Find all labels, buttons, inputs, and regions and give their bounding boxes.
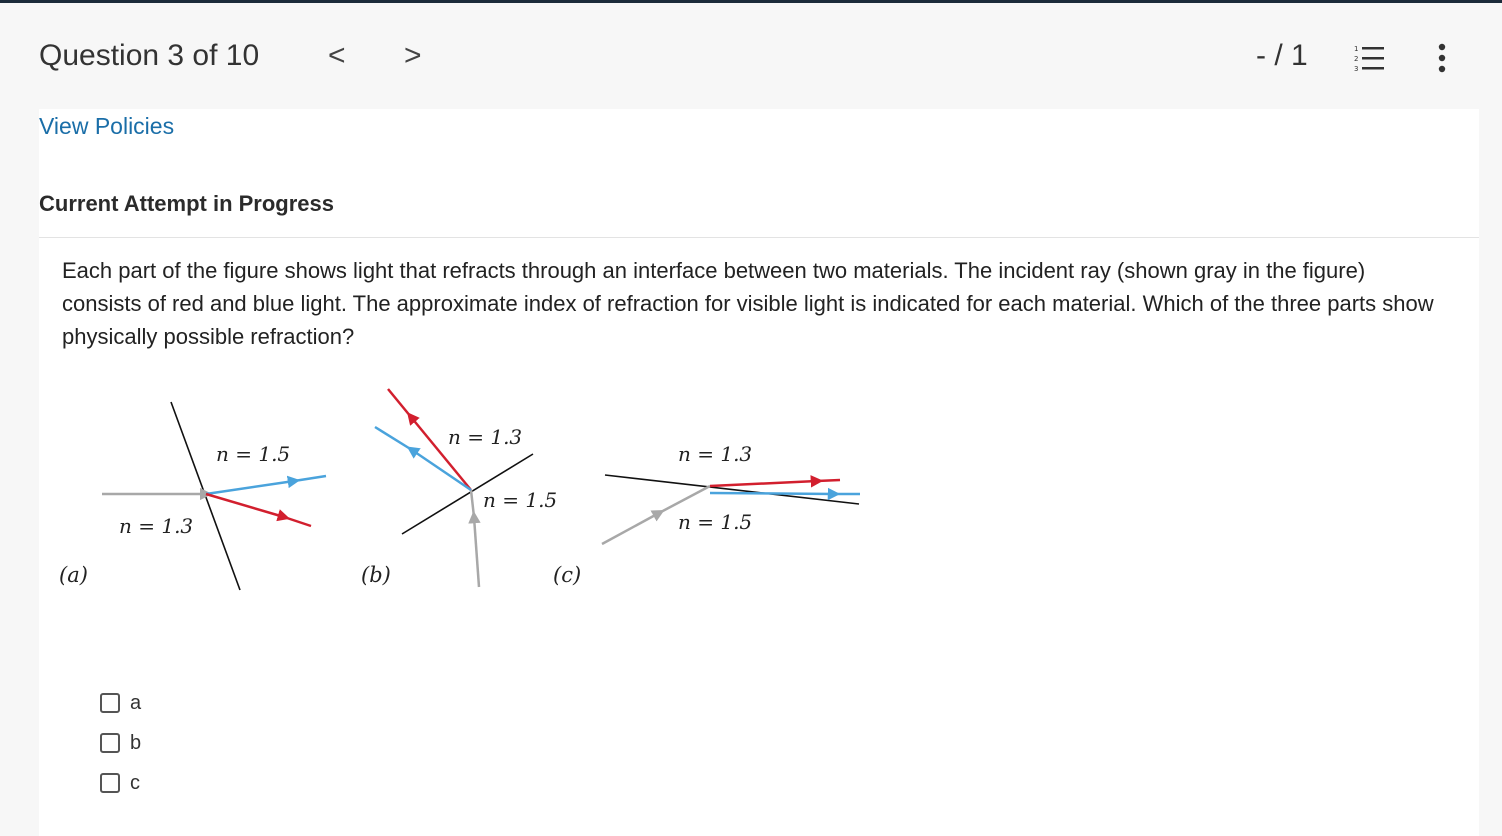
svg-text:3: 3 bbox=[1354, 65, 1358, 72]
attempt-heading: Current Attempt in Progress bbox=[39, 191, 335, 216]
figure-part-c: n = 1.3 n = 1.5 (c) bbox=[553, 442, 860, 587]
question-header: Question 3 of 10 < > - / 1 1 2 3 bbox=[0, 3, 1502, 109]
part-c-label: (c) bbox=[553, 563, 581, 587]
numbered-list-icon[interactable]: 1 2 3 bbox=[1354, 44, 1386, 73]
divider bbox=[39, 237, 1479, 238]
next-question-button[interactable]: > bbox=[404, 41, 422, 71]
question-text: Each part of the figure shows light that… bbox=[62, 258, 1434, 349]
part-a-n-bottom: n = 1.3 bbox=[119, 514, 193, 538]
question-progress: Question 3 of 10 bbox=[39, 39, 260, 72]
score-display: - / 1 bbox=[1256, 39, 1308, 72]
more-options-icon[interactable] bbox=[1434, 43, 1450, 73]
checkbox-b[interactable] bbox=[100, 733, 120, 753]
option-b-label: b bbox=[130, 732, 142, 754]
view-policies-link[interactable]: View Policies bbox=[39, 113, 174, 140]
option-c-label: c bbox=[130, 772, 140, 794]
part-a-n-top: n = 1.5 bbox=[216, 442, 290, 466]
question-content: View Policies Current Attempt in Progres… bbox=[39, 109, 1479, 836]
checkbox-c[interactable] bbox=[100, 773, 120, 793]
part-b-n-top: n = 1.3 bbox=[448, 425, 522, 449]
checkbox-a[interactable] bbox=[100, 693, 120, 713]
part-b-label: (b) bbox=[361, 563, 391, 587]
figure-part-b: n = 1.3 n = 1.5 (b) bbox=[361, 388, 557, 588]
part-b-n-bottom: n = 1.5 bbox=[483, 488, 557, 512]
part-c-n-bottom: n = 1.5 bbox=[678, 510, 752, 534]
svg-text:2: 2 bbox=[1354, 55, 1358, 63]
option-a-label: a bbox=[130, 692, 142, 714]
refraction-figure: n = 1.5 n = 1.3 (a) n = 1.3 n = 1.5 (b) bbox=[39, 375, 879, 605]
previous-question-button[interactable]: < bbox=[328, 41, 346, 71]
part-a-label: (a) bbox=[59, 563, 88, 587]
svg-text:1: 1 bbox=[1354, 45, 1358, 53]
part-c-n-top: n = 1.3 bbox=[678, 442, 752, 466]
figure-part-a: n = 1.5 n = 1.3 (a) bbox=[59, 401, 327, 591]
